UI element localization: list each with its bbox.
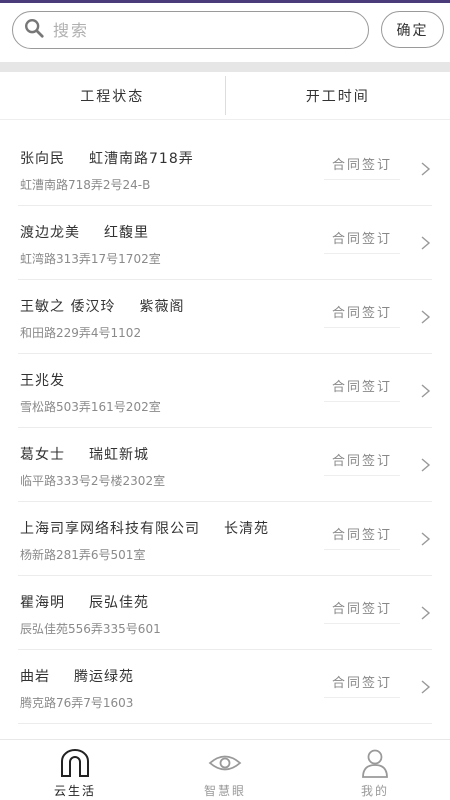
filter-start-time[interactable]: 开工时间 — [226, 72, 450, 119]
item-address: 雪松路503弄161号202室 — [20, 400, 161, 414]
chevron-right-icon[interactable] — [419, 458, 431, 472]
item-owner: 葛女士 — [20, 447, 65, 463]
item-status[interactable]: 合同签订 — [324, 154, 400, 180]
chevron-right-icon[interactable] — [419, 162, 431, 176]
item-status[interactable]: 合同签订 — [324, 524, 400, 550]
eye-icon — [208, 755, 242, 771]
list-item[interactable]: 葛女士 瑞虹新城临平路333号2号楼2302室 合同签订 — [18, 428, 432, 502]
chevron-right-icon[interactable] — [419, 236, 431, 250]
item-title-line: 曲岩 腾运绿苑 — [20, 666, 134, 686]
item-title-line: 王敏之 倭汉玲 紫薇阁 — [20, 296, 184, 316]
item-address: 杨新路281弄6号501室 — [20, 548, 146, 562]
item-title-line: 葛女士 瑞虹新城 — [20, 444, 149, 464]
item-status[interactable]: 合同签订 — [324, 302, 400, 328]
tab-smart-eye[interactable]: 智慧眼 — [150, 740, 300, 800]
chevron-right-icon[interactable] — [419, 310, 431, 324]
item-community: 虹漕南路718弄 — [89, 151, 194, 167]
project-list: 张向民 虹漕南路718弄 虹漕南路718弄2号24-B 合同签订 渡边龙美 红馥里 虹湾路3… — [0, 132, 450, 724]
item-community: 瑞虹新城 — [89, 447, 149, 463]
list-item[interactable]: 王敏之 倭汉玲 紫薇阁和田路229弄4号1102 合同签订 — [18, 280, 432, 354]
item-owner: 渡边龙美 — [20, 225, 80, 241]
item-address: 虹漕南路718弄2号24-B — [20, 178, 151, 192]
item-owner: 曲岩 — [20, 669, 50, 685]
item-community: 腾运绿苑 — [74, 669, 134, 685]
chevron-right-icon[interactable] — [419, 680, 431, 694]
item-status[interactable]: 合同签订 — [324, 228, 400, 254]
item-title-line: 瞿海明 辰弘佳苑 — [20, 592, 149, 612]
chevron-right-icon[interactable] — [419, 384, 431, 398]
item-address: 辰弘佳苑556弄335号601 — [20, 622, 161, 636]
item-address: 临平路333号2号楼2302室 — [20, 474, 166, 488]
top-accent-line — [0, 0, 450, 3]
search-icon — [23, 17, 45, 43]
filter-project-status[interactable]: 工程状态 — [0, 72, 225, 119]
item-community: 辰弘佳苑 — [89, 595, 149, 611]
item-owner: 王敏之 倭汉玲 — [20, 299, 116, 315]
list-item[interactable]: 张向民 虹漕南路718弄虹漕南路718弄2号24-B 合同签订 — [18, 132, 432, 206]
item-status[interactable]: 合同签订 — [324, 376, 400, 402]
list-item[interactable]: 曲岩 腾运绿苑腾克路76弄7号1603 合同签订 — [18, 650, 432, 724]
item-community: 长清苑 — [224, 521, 269, 537]
tab-mine[interactable]: 我的 — [300, 740, 450, 800]
filter-bar: 工程状态 开工时间 — [0, 72, 450, 120]
confirm-button[interactable]: 确定 — [381, 11, 444, 48]
item-address: 虹湾路313弄17号1702室 — [20, 252, 161, 266]
list-item[interactable]: 渡边龙美 红馥里虹湾路313弄17号1702室 合同签订 — [18, 206, 432, 280]
item-title-line: 上海司享网络科技有限公司 长清苑 — [20, 518, 269, 538]
search-input[interactable] — [53, 20, 343, 40]
section-separator — [0, 62, 450, 72]
home-arch-icon — [61, 749, 89, 777]
item-address: 和田路229弄4号1102 — [20, 326, 142, 340]
item-owner: 王兆发 — [20, 373, 65, 389]
search-bar[interactable] — [12, 11, 369, 49]
list-item[interactable]: 瞿海明 辰弘佳苑辰弘佳苑556弄335号601 合同签订 — [18, 576, 432, 650]
list-item[interactable]: 上海司享网络科技有限公司 长清苑杨新路281弄6号501室 合同签订 — [18, 502, 432, 576]
item-status[interactable]: 合同签订 — [324, 672, 400, 698]
chevron-right-icon[interactable] — [419, 606, 431, 620]
item-status[interactable]: 合同签订 — [324, 598, 400, 624]
item-owner: 瞿海明 — [20, 595, 65, 611]
item-owner: 上海司享网络科技有限公司 — [20, 521, 200, 537]
tab-cloud-life[interactable]: 云生活 — [0, 740, 150, 800]
item-owner: 张向民 — [20, 151, 65, 167]
item-address: 腾克路76弄7号1603 — [20, 696, 134, 710]
item-community: 紫薇阁 — [139, 299, 185, 315]
item-title-line: 张向民 虹漕南路718弄 — [20, 148, 194, 168]
chevron-right-icon[interactable] — [419, 532, 431, 546]
item-title-line: 渡边龙美 红馥里 — [20, 222, 149, 242]
item-status[interactable]: 合同签订 — [324, 450, 400, 476]
bottom-tab-bar: 云生活 智慧眼 我的 — [0, 739, 450, 800]
user-icon — [362, 749, 388, 778]
list-item[interactable]: 王兆发雪松路503弄161号202室 合同签订 — [18, 354, 432, 428]
item-community: 红馥里 — [104, 225, 149, 241]
item-title-line: 王兆发 — [20, 370, 89, 390]
